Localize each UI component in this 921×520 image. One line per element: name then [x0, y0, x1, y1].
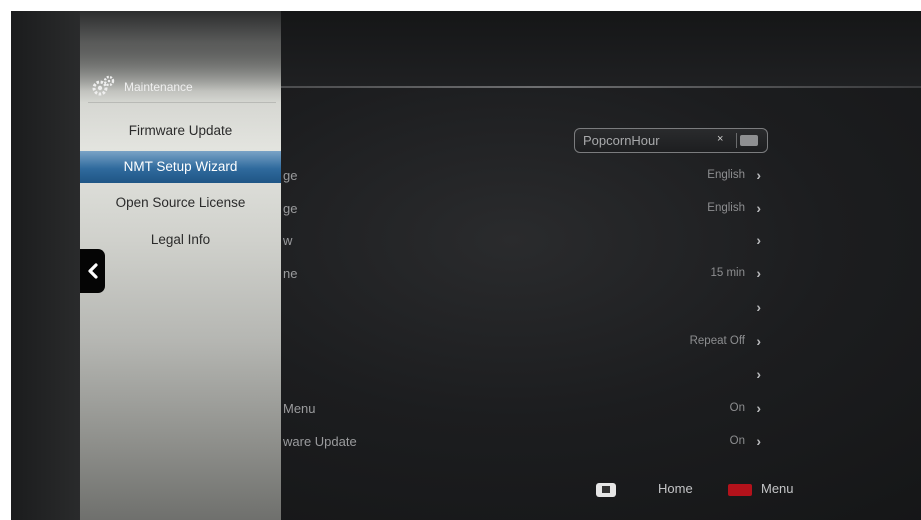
settings-row-label: Menu — [283, 401, 316, 416]
chevron-right-icon: › — [756, 366, 761, 382]
settings-row-value: Repeat Off — [689, 335, 745, 347]
settings-row-value: English — [707, 202, 745, 214]
chevron-right-icon: › — [756, 433, 761, 449]
settings-row-value: On — [729, 435, 745, 447]
back-button[interactable] — [80, 249, 105, 293]
chevron-right-icon: › — [756, 167, 761, 183]
maintenance-panel: Maintenance Firmware Update NMT Setup Wi… — [80, 11, 281, 520]
tv-screen: × ge English › ge English › w › ne 15 mi… — [11, 11, 921, 520]
menu-item-open-source-license[interactable]: Open Source License — [80, 187, 281, 219]
settings-row[interactable]: w › — [281, 227, 781, 257]
menu-item-label: Legal Info — [150, 232, 211, 247]
panel-header: Maintenance — [88, 73, 273, 99]
menu-item-label: NMT Setup Wizard — [123, 159, 238, 174]
settings-row[interactable]: Menu On › — [281, 395, 781, 425]
settings-row[interactable]: ge English › — [281, 162, 781, 192]
keyboard-icon[interactable] — [736, 133, 764, 148]
home-label: Home — [658, 481, 693, 496]
settings-row-label: ware Update — [283, 434, 357, 449]
settings-row-value: English — [707, 169, 745, 181]
settings-row-label: ge — [283, 201, 298, 216]
chevron-right-icon: › — [756, 200, 761, 216]
settings-row[interactable]: ne 15 min › — [281, 260, 781, 290]
settings-row-label: ne — [283, 266, 298, 281]
home-icon[interactable] — [596, 483, 616, 497]
menu-item-legal-info[interactable]: Legal Info — [80, 224, 281, 256]
device-name-field[interactable]: × — [574, 128, 768, 153]
menu-label: Menu — [761, 481, 794, 496]
panel-title-divider — [88, 102, 276, 103]
chevron-left-icon — [87, 263, 98, 279]
settings-row[interactable]: ge English › — [281, 195, 781, 225]
chevron-right-icon: › — [756, 333, 761, 349]
chevron-right-icon: › — [756, 299, 761, 315]
settings-row[interactable]: › — [281, 294, 781, 324]
left-edge-shade — [11, 11, 81, 520]
settings-row-label: w — [283, 233, 293, 248]
settings-row-value: 15 min — [710, 267, 745, 279]
settings-row[interactable]: Repeat Off › — [281, 328, 781, 358]
red-menu-button-icon[interactable] — [728, 484, 752, 496]
settings-row[interactable]: › — [281, 361, 781, 391]
gear-icon — [92, 75, 115, 96]
settings-row-value: On — [729, 402, 745, 414]
clear-icon[interactable]: × — [717, 133, 723, 145]
menu-item-nmt-setup-wizard[interactable]: NMT Setup Wizard — [80, 151, 281, 183]
chevron-right-icon: › — [756, 232, 761, 248]
header-band — [281, 11, 921, 87]
menu-item-label: Open Source License — [115, 195, 246, 210]
menu-item-label: Firmware Update — [128, 123, 233, 138]
menu-item-firmware-update[interactable]: Firmware Update — [80, 115, 281, 147]
device-name-input[interactable] — [583, 133, 703, 148]
chevron-right-icon: › — [756, 265, 761, 281]
header-divider — [281, 86, 921, 88]
settings-row[interactable]: ware Update On › — [281, 428, 781, 458]
chevron-right-icon: › — [756, 400, 761, 416]
settings-row-label: ge — [283, 168, 298, 183]
panel-title: Maintenance — [124, 80, 193, 94]
